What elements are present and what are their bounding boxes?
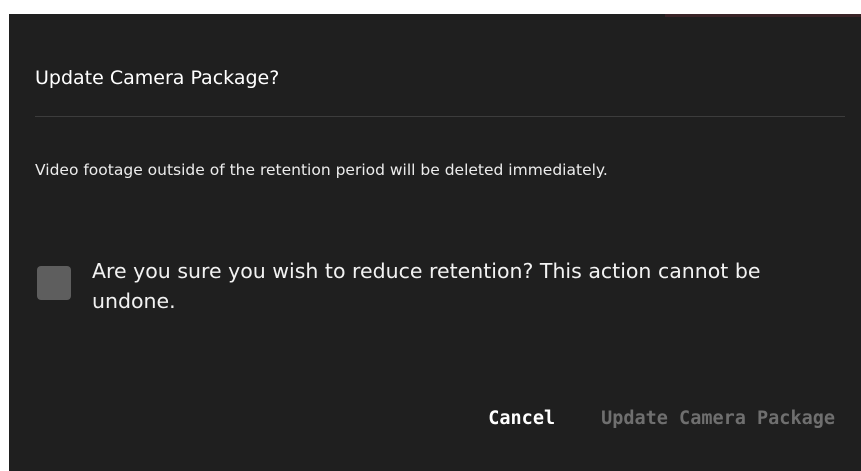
- dialog-title: Update Camera Package?: [35, 67, 280, 89]
- confirm-checkbox[interactable]: [37, 266, 71, 300]
- confirm-checkbox-label[interactable]: Are you sure you wish to reduce retentio…: [92, 256, 812, 316]
- update-camera-package-dialog: Update Camera Package? Video footage out…: [9, 14, 861, 471]
- cancel-button[interactable]: Cancel: [488, 407, 555, 431]
- update-camera-package-button[interactable]: Update Camera Package: [601, 407, 835, 431]
- background-accent-strip: [665, 14, 861, 17]
- title-divider: [35, 116, 845, 117]
- dialog-message: Video footage outside of the retention p…: [35, 161, 608, 179]
- dialog-actions: Cancel Update Camera Package: [488, 407, 835, 431]
- confirm-checkbox-row[interactable]: Are you sure you wish to reduce retentio…: [37, 256, 812, 316]
